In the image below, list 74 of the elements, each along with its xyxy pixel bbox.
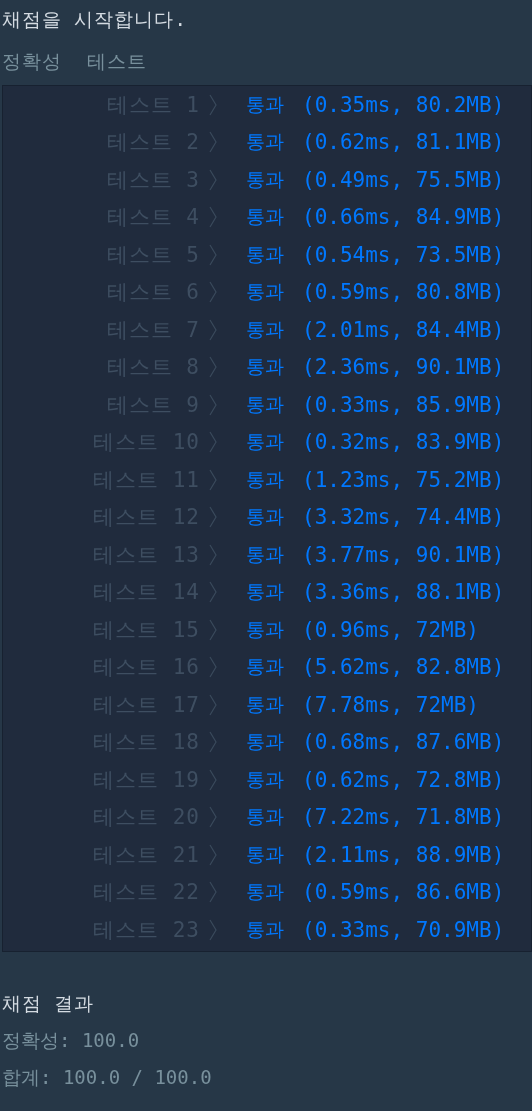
chevron-icon <box>209 581 217 604</box>
chevron-icon <box>209 731 217 754</box>
chevron-icon <box>209 243 217 266</box>
test-status: 통과 <box>246 429 285 455</box>
test-status: 통과 <box>246 804 285 830</box>
chevron-icon <box>209 881 217 904</box>
test-result: (3.32ms, 74.4MB) <box>302 505 506 530</box>
chevron-icon <box>209 468 217 491</box>
chevron-icon <box>209 168 217 191</box>
test-status: 통과 <box>246 916 285 942</box>
chevron-icon <box>209 843 217 866</box>
chevron-icon <box>209 431 217 454</box>
test-status: 통과 <box>246 616 285 642</box>
chevron-icon <box>209 618 217 641</box>
test-status: 통과 <box>246 579 285 605</box>
test-result: (0.59ms, 80.8MB) <box>302 280 506 305</box>
test-result: (0.59ms, 86.6MB) <box>302 880 506 905</box>
grading-start-message: 채점을 시작합니다. <box>1 7 188 30</box>
test-result: (0.33ms, 70.9MB) <box>302 917 506 942</box>
test-result: (0.35ms, 80.2MB) <box>302 92 506 117</box>
test-result: (0.62ms, 81.1MB) <box>302 130 506 155</box>
test-status: 통과 <box>246 204 285 230</box>
test-result: (0.33ms, 85.9MB) <box>302 392 506 417</box>
test-status: 통과 <box>246 766 285 792</box>
chevron-icon <box>209 206 217 229</box>
test-status: 통과 <box>246 466 285 492</box>
test-status: 통과 <box>246 91 285 117</box>
chevron-icon <box>209 806 217 829</box>
test-result: (0.54ms, 73.5MB) <box>302 242 506 267</box>
chevron-icon <box>209 356 217 379</box>
test-result: (0.68ms, 87.6MB) <box>302 730 506 755</box>
test-status: 통과 <box>246 654 285 680</box>
test-status: 통과 <box>246 841 285 867</box>
summary-line: 정확성: 100.0 <box>1 1027 141 1051</box>
chevron-icon <box>209 693 217 716</box>
test-status: 통과 <box>246 691 285 717</box>
test-result: (2.36ms, 90.1MB) <box>302 355 506 380</box>
test-result: (0.62ms, 72.8MB) <box>302 767 506 792</box>
chevron-icon <box>209 281 217 304</box>
test-status: 통과 <box>246 279 285 305</box>
test-status: 통과 <box>246 316 285 342</box>
test-status: 통과 <box>246 354 285 380</box>
test-result: (5.62ms, 82.8MB) <box>302 655 506 680</box>
test-result: (2.11ms, 88.9MB) <box>302 842 506 867</box>
summary-title: 채점 결과 <box>1 990 96 1014</box>
test-status: 통과 <box>246 504 285 530</box>
test-status: 통과 <box>246 541 285 567</box>
section-title: 정확성 테스트 <box>1 49 148 72</box>
test-result: (1.23ms, 75.2MB) <box>302 467 506 492</box>
test-result: (0.96ms, 72MB) <box>302 617 480 642</box>
test-status: 통과 <box>246 879 285 905</box>
chevron-icon <box>209 393 217 416</box>
test-status: 통과 <box>246 166 285 192</box>
chevron-icon <box>209 656 217 679</box>
summary-line: 합계: 100.0 / 100.0 <box>1 1064 213 1088</box>
chevron-icon <box>209 506 217 529</box>
chevron-icon <box>209 93 217 116</box>
test-result: (0.49ms, 75.5MB) <box>302 167 506 192</box>
chevron-icon <box>209 543 217 566</box>
test-result: (7.22ms, 71.8MB) <box>302 805 506 830</box>
chevron-icon <box>209 318 217 341</box>
chevron-icon <box>209 768 217 791</box>
test-result: (0.66ms, 84.9MB) <box>302 205 506 230</box>
test-result: (7.78ms, 72MB) <box>302 692 480 717</box>
test-status: 통과 <box>246 129 285 155</box>
test-status: 통과 <box>246 729 285 755</box>
test-result: (3.77ms, 90.1MB) <box>302 542 506 567</box>
chevron-icon <box>209 131 217 154</box>
test-result: (3.36ms, 88.1MB) <box>302 580 506 605</box>
test-status: 통과 <box>246 241 285 267</box>
test-result: (2.01ms, 84.4MB) <box>302 317 506 342</box>
chevron-icon <box>209 918 217 941</box>
test-status: 통과 <box>246 391 285 417</box>
test-result: (0.32ms, 83.9MB) <box>302 430 506 455</box>
